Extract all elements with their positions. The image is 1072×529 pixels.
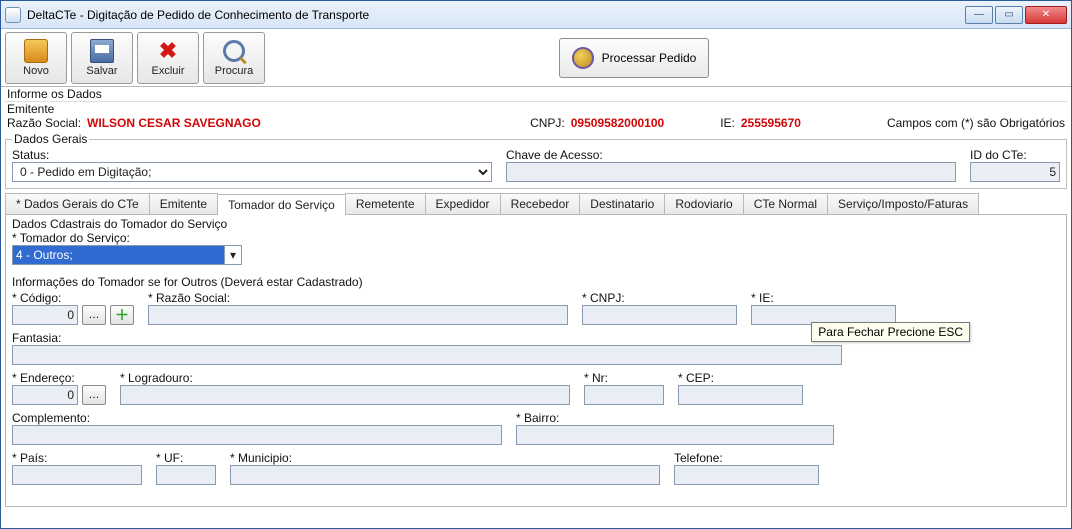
- cnpj-label: CNPJ:: [530, 116, 565, 130]
- razao-label: * Razão Social:: [148, 291, 568, 305]
- tab-recebedor[interactable]: Recebedor: [500, 193, 581, 214]
- status-label: Status:: [12, 148, 492, 162]
- ie-label: IE:: [720, 116, 735, 130]
- tab-panel-tomador: Dados Cdastrais do Tomador do Serviço * …: [5, 215, 1067, 507]
- tab-cte-normal[interactable]: CTe Normal: [743, 193, 828, 214]
- bairro-input[interactable]: [516, 425, 834, 445]
- codigo-label: * Código:: [12, 291, 134, 305]
- window-title: DeltaCTe - Digitação de Pedido de Conhec…: [27, 8, 369, 22]
- gear-process-icon: [572, 47, 594, 69]
- tomador-outros-info-label: Informações do Tomador se for Outros (De…: [12, 275, 1060, 289]
- logradouro-label: * Logradouro:: [120, 371, 570, 385]
- tab-tomador-servico[interactable]: Tomador do Serviço: [217, 194, 346, 215]
- tab-destinatario[interactable]: Destinatario: [579, 193, 665, 214]
- cnpj-value: 09509582000100: [571, 116, 664, 130]
- chave-acesso-input[interactable]: [506, 162, 956, 182]
- codigo-lookup-button[interactable]: …: [82, 305, 106, 325]
- x-delete-icon: ✖: [159, 38, 177, 64]
- municipio-label: * Municipio:: [230, 451, 660, 465]
- nr-input[interactable]: [584, 385, 664, 405]
- chevron-down-icon[interactable]: ▾: [224, 245, 242, 265]
- razao-social-input[interactable]: [148, 305, 568, 325]
- tab-servico-imposto-faturas[interactable]: Serviço/Imposto/Faturas: [827, 193, 979, 214]
- emitente-legend: Emitente: [7, 102, 1065, 116]
- novo-button[interactable]: Novo: [5, 32, 67, 84]
- ellipsis-icon: …: [89, 389, 100, 401]
- magnifier-icon: [223, 40, 245, 62]
- razao-social-value: WILSON CESAR SAVEGNAGO: [87, 116, 261, 130]
- endereco-label: * Endereço:: [12, 371, 106, 385]
- dados-gerais-legend: Dados Gerais: [12, 132, 89, 146]
- bairro-label: * Bairro:: [516, 411, 834, 425]
- informe-dados-label: Informe os Dados: [5, 87, 1067, 101]
- tab-emitente[interactable]: Emitente: [149, 193, 218, 214]
- procura-label: Procura: [215, 65, 254, 77]
- dados-gerais-group: Dados Gerais Status: 0 - Pedido em Digit…: [5, 132, 1067, 189]
- tab-remetente[interactable]: Remetente: [345, 193, 426, 214]
- tab-dados-gerais-cte[interactable]: * Dados Gerais do CTe: [5, 193, 150, 214]
- nr-label: * Nr:: [584, 371, 664, 385]
- id-cte-label: ID do CTe:: [970, 148, 1060, 162]
- complemento-input[interactable]: [12, 425, 502, 445]
- novo-label: Novo: [23, 65, 49, 77]
- fantasia-input[interactable]: [12, 345, 842, 365]
- telefone-label: Telefone:: [674, 451, 819, 465]
- tab-expedidor[interactable]: Expedidor: [425, 193, 501, 214]
- status-select[interactable]: 0 - Pedido em Digitação;: [12, 162, 492, 182]
- endereco-lookup-button[interactable]: …: [82, 385, 106, 405]
- uf-input[interactable]: [156, 465, 216, 485]
- maximize-button[interactable]: ▭: [995, 6, 1023, 24]
- municipio-input[interactable]: [230, 465, 660, 485]
- content-area: Informe os Dados Emitente Razão Social: …: [1, 87, 1071, 528]
- id-cte-input: [970, 162, 1060, 182]
- tomador-cnpj-label: * CNPJ:: [582, 291, 737, 305]
- app-icon: [5, 7, 21, 23]
- ie-value: 255595670: [741, 116, 801, 130]
- app-window: DeltaCTe - Digitação de Pedido de Conhec…: [0, 0, 1072, 529]
- pais-label: * País:: [12, 451, 142, 465]
- endereco-input[interactable]: [12, 385, 78, 405]
- tomador-cnpj-input[interactable]: [582, 305, 737, 325]
- box-open-icon: [24, 39, 48, 63]
- salvar-button[interactable]: Salvar: [71, 32, 133, 84]
- required-note: Campos com (*) são Obrigatórios: [887, 116, 1065, 130]
- telefone-input[interactable]: [674, 465, 819, 485]
- codigo-add-button[interactable]: ＋: [110, 305, 134, 325]
- plus-icon: ＋: [115, 305, 129, 325]
- pais-input[interactable]: [12, 465, 142, 485]
- tomador-ie-label: * IE:: [751, 291, 896, 305]
- tomador-cadastrais-legend: Dados Cdastrais do Tomador do Serviço: [12, 217, 1060, 231]
- salvar-label: Salvar: [86, 65, 117, 77]
- logradouro-input[interactable]: [120, 385, 570, 405]
- procura-button[interactable]: Procura: [203, 32, 265, 84]
- tomador-servico-label: * Tomador do Serviço:: [12, 231, 244, 245]
- fantasia-label: Fantasia:: [12, 331, 842, 345]
- cep-label: * CEP:: [678, 371, 803, 385]
- cep-input[interactable]: [678, 385, 803, 405]
- complemento-label: Complemento:: [12, 411, 502, 425]
- processar-label: Processar Pedido: [602, 51, 697, 65]
- codigo-input[interactable]: [12, 305, 78, 325]
- title-bar: DeltaCTe - Digitação de Pedido de Conhec…: [1, 1, 1071, 29]
- ellipsis-icon: …: [89, 309, 100, 321]
- main-toolbar: Novo Salvar ✖ Excluir Procura Processar …: [1, 29, 1071, 87]
- tab-rodoviario[interactable]: Rodoviario: [664, 193, 743, 214]
- emitente-section: Emitente Razão Social: WILSON CESAR SAVE…: [5, 101, 1067, 130]
- close-button[interactable]: ✕: [1025, 6, 1067, 24]
- minimize-button[interactable]: —: [965, 6, 993, 24]
- excluir-button[interactable]: ✖ Excluir: [137, 32, 199, 84]
- tomador-cadastrais-fieldset: Dados Cdastrais do Tomador do Serviço * …: [12, 217, 1060, 485]
- uf-label: * UF:: [156, 451, 216, 465]
- processar-pedido-button[interactable]: Processar Pedido: [559, 38, 709, 78]
- excluir-label: Excluir: [151, 65, 184, 77]
- razao-social-label: Razão Social:: [7, 116, 81, 130]
- esc-tooltip: Para Fechar Precione ESC: [811, 322, 970, 342]
- floppy-disk-icon: [90, 39, 114, 63]
- tab-bar: * Dados Gerais do CTe Emitente Tomador d…: [5, 193, 1067, 215]
- chave-acesso-label: Chave de Acesso:: [506, 148, 956, 162]
- tomador-servico-select[interactable]: [12, 245, 224, 265]
